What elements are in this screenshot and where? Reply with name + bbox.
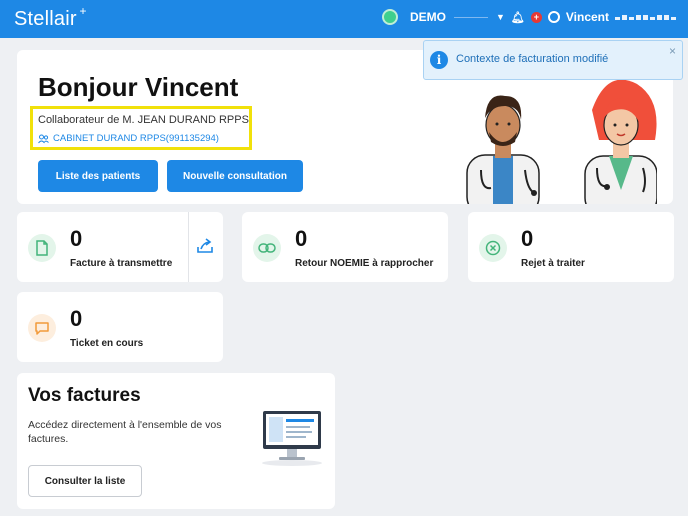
header-right: DEMO ▼ 🔔︎ + Vincent xyxy=(381,9,676,25)
info-icon: i xyxy=(430,51,448,69)
monitor-illustration xyxy=(262,411,322,466)
invoices-title: Vos factures xyxy=(28,385,141,406)
invoices-description: Accédez directement à l'ensemble de vos … xyxy=(28,419,222,445)
link-icon xyxy=(253,234,281,262)
top-bar: Stellair + DEMO ▼ 🔔︎ + Vincent xyxy=(0,0,688,38)
stat-value: 0 xyxy=(295,226,308,251)
redacted-user-info xyxy=(615,14,676,20)
logo-text: Stellair xyxy=(14,8,77,30)
view-list-button[interactable]: Consulter la liste xyxy=(28,465,142,497)
stat-card-factures[interactable]: 0 Facture à transmettre xyxy=(17,212,223,282)
highlight-box xyxy=(30,106,252,150)
stat-label: Ticket en cours xyxy=(70,338,144,349)
stat-card-tickets[interactable]: 0 Ticket en cours xyxy=(17,292,223,362)
stat-value: 0 xyxy=(70,226,83,251)
stat-value: 0 xyxy=(70,306,83,331)
stat-label: Retour NOEMIE à rapprocher xyxy=(295,258,434,269)
logo-spark: + xyxy=(79,4,87,18)
user-name[interactable]: Vincent xyxy=(566,10,609,24)
document-icon xyxy=(28,234,56,262)
new-consultation-button[interactable]: Nouvelle consultation xyxy=(167,160,303,192)
stat-value: 0 xyxy=(521,226,534,251)
divider xyxy=(188,212,189,282)
message-icon xyxy=(28,314,56,342)
stat-label: Facture à transmettre xyxy=(70,258,173,269)
doctors-illustration xyxy=(466,79,657,204)
greeting-title: Bonjour Vincent xyxy=(38,72,239,102)
cancel-icon xyxy=(479,234,507,262)
invoices-card: Vos factures Accédez directement à l'ens… xyxy=(17,373,335,509)
environment-status-icon xyxy=(381,9,398,25)
stat-card-noemie[interactable]: 0 Retour NOEMIE à rapprocher xyxy=(242,212,448,282)
close-icon[interactable]: × xyxy=(669,44,676,58)
bell-icon[interactable]: 🔔︎ xyxy=(511,11,525,24)
environment-selector[interactable]: DEMO xyxy=(410,10,446,24)
notification-toast: i Contexte de facturation modifié × xyxy=(423,40,683,80)
stat-label: Rejet à traiter xyxy=(521,258,585,269)
app-logo[interactable]: Stellair + xyxy=(14,4,87,31)
stat-card-rejets[interactable]: 0 Rejet à traiter xyxy=(468,212,674,282)
toast-message: Contexte de facturation modifié xyxy=(456,53,609,65)
patients-list-button[interactable]: Liste des patients xyxy=(38,160,158,192)
swiss-flag-icon[interactable]: + xyxy=(530,11,542,23)
upload-icon[interactable] xyxy=(195,236,215,256)
chevron-down-icon[interactable]: ▼ xyxy=(496,12,505,22)
user-icon[interactable] xyxy=(547,11,560,23)
environment-underline xyxy=(453,16,488,18)
